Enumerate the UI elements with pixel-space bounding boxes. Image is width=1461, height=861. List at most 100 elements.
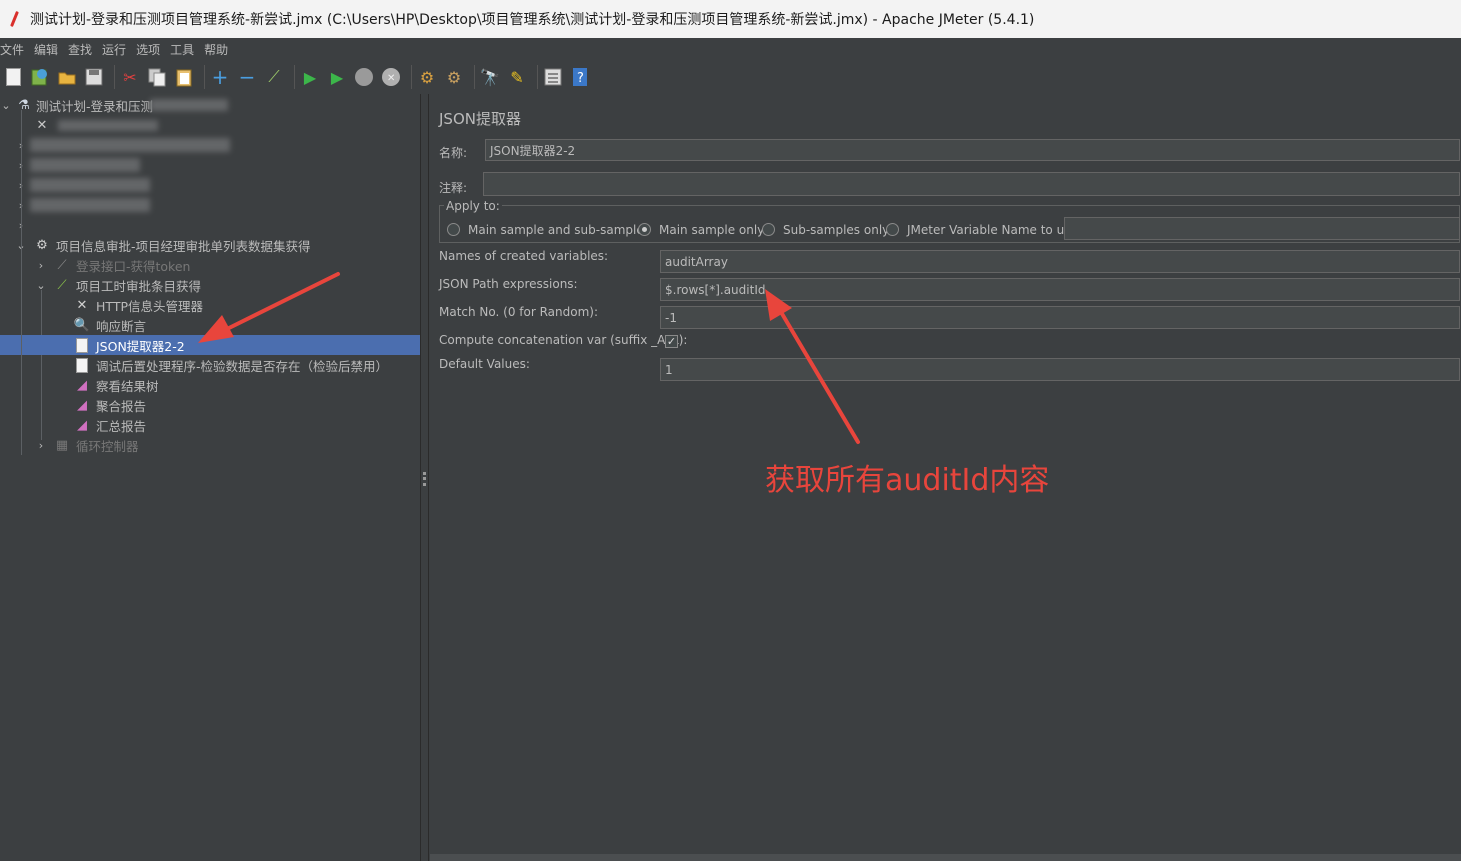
clear-all-icon[interactable]: ⚙	[443, 66, 465, 88]
tree-node-thread-group[interactable]: ⌄ ⚙ 项目信息审批-项目经理审批单列表数据集获得	[0, 235, 420, 255]
menu-options[interactable]: 选项	[136, 41, 160, 58]
wrench-icon: ✕	[36, 117, 48, 133]
blurred-text	[30, 198, 150, 212]
radio-sub-only-label[interactable]: Sub-samples only	[783, 223, 889, 237]
expand-icon[interactable]: +	[209, 65, 231, 89]
name-label: 名称:	[439, 146, 468, 160]
pane-splitter[interactable]	[420, 94, 429, 861]
default-values-label: Default Values:	[439, 357, 530, 371]
pipette-icon: ⟋	[57, 277, 67, 293]
tree-node-aggregate-report[interactable]: ◢ 聚合报告	[0, 395, 420, 415]
menu-file[interactable]: 文件	[0, 41, 24, 58]
radio-variable-name-label[interactable]: JMeter Variable Name to use	[907, 223, 1078, 237]
shutdown-icon[interactable]: ✕	[380, 66, 402, 88]
tree-node-root[interactable]: ⌄ ⚗ 测试计划-登录和压测	[0, 95, 420, 115]
wrench-icon: ✕	[76, 297, 88, 313]
tree-node-blurred[interactable]: ›	[0, 155, 420, 175]
tree-node-blurred[interactable]: ›	[0, 135, 420, 155]
panel-title: JSON提取器	[439, 110, 521, 128]
open-icon[interactable]	[56, 66, 78, 88]
name-field[interactable]: JSON提取器2-2	[485, 139, 1460, 161]
toolbar-separator	[204, 65, 205, 89]
paste-icon[interactable]	[173, 66, 195, 88]
tree-node-sampler[interactable]: ⌄ ⟋ 项目工时审批条目获得	[0, 275, 420, 295]
test-plan-tree[interactable]: ⌄ ⚗ 测试计划-登录和压测 ✕ › › › › › ⌄ ⚙ 项目信息审批-项目…	[0, 94, 420, 861]
tree-guide-line	[21, 110, 22, 455]
tree-node-blurred[interactable]: ✕	[0, 115, 420, 135]
start-no-pause-icon[interactable]: ▶	[326, 66, 348, 88]
tree-node-login-sampler[interactable]: › ⟋ 登录接口-获得token	[0, 255, 420, 275]
menu-bar: 文件 编辑 查找 运行 选项 工具 帮助	[0, 38, 1461, 60]
menu-tools[interactable]: 工具	[170, 41, 194, 58]
radio-main-and-sub[interactable]	[447, 223, 460, 236]
toolbar: ✂ + − ⟋ ▶ ▶ ✕ ⚙ ⚙ 🔭 ✎ ?	[0, 60, 1461, 94]
tree-node-header-manager[interactable]: ✕ HTTP信息头管理器	[0, 295, 420, 315]
chevron-right-icon[interactable]: ›	[35, 439, 47, 452]
stop-icon[interactable]	[353, 66, 375, 88]
variables-label: Names of created variables:	[439, 249, 609, 263]
templates-icon[interactable]	[29, 66, 51, 88]
comment-label: 注释:	[439, 181, 468, 195]
radio-main-and-sub-label[interactable]: Main sample and sub-samples	[468, 223, 650, 237]
toolbar-separator	[474, 65, 475, 89]
concat-checkbox[interactable]: ✓	[665, 335, 678, 348]
cut-icon[interactable]: ✂	[119, 66, 141, 88]
menu-search[interactable]: 查找	[68, 41, 92, 58]
tree-node-loop-controller[interactable]: › ▦ 循环控制器	[0, 435, 420, 455]
menu-edit[interactable]: 编辑	[34, 41, 58, 58]
collapse-icon[interactable]: −	[236, 65, 258, 89]
json-path-label: JSON Path expressions:	[439, 277, 578, 291]
json-path-field[interactable]: $.rows[*].auditId	[660, 278, 1460, 301]
radio-variable-name[interactable]	[886, 223, 899, 236]
menu-help[interactable]: 帮助	[204, 41, 228, 58]
radio-main-only-label[interactable]: Main sample only	[659, 223, 764, 237]
tree-node-view-results[interactable]: ◢ 察看结果树	[0, 375, 420, 395]
match-no-field[interactable]: -1	[660, 306, 1460, 329]
concat-label: Compute concatenation var (suffix _ALL):	[439, 333, 688, 347]
horizontal-scrollbar[interactable]	[430, 854, 1461, 861]
menu-run[interactable]: 运行	[102, 41, 126, 58]
blurred-text	[30, 138, 230, 152]
help-icon[interactable]: ?	[569, 66, 591, 88]
comment-field[interactable]	[483, 172, 1460, 196]
chart-icon: ◢	[77, 377, 87, 393]
radio-sub-only[interactable]	[762, 223, 775, 236]
blurred-text	[58, 120, 158, 131]
radio-main-only[interactable]	[638, 223, 651, 236]
tree-node-json-extractor[interactable]: JSON提取器2-2	[0, 335, 420, 355]
copy-icon[interactable]	[146, 66, 168, 88]
magnifier-icon: 🔍	[73, 317, 91, 333]
start-icon[interactable]: ▶	[299, 66, 321, 88]
function-helper-icon[interactable]	[542, 66, 564, 88]
tree-node-assertion[interactable]: 🔍 响应断言	[0, 315, 420, 335]
document-icon	[74, 357, 90, 373]
gear-icon: ⚙	[36, 237, 48, 253]
blurred-text	[150, 99, 228, 111]
toolbar-separator	[114, 65, 115, 89]
blurred-text	[30, 178, 150, 192]
variable-name-field[interactable]	[1064, 217, 1460, 240]
svg-text:?: ?	[577, 71, 584, 86]
clear-icon[interactable]: ⚙	[416, 66, 438, 88]
jmeter-feather-icon	[8, 10, 22, 28]
splitter-grip[interactable]	[423, 472, 426, 486]
toolbar-separator	[411, 65, 412, 89]
chevron-right-icon[interactable]: ›	[35, 259, 47, 272]
chevron-down-icon[interactable]: ⌄	[0, 99, 12, 112]
new-icon[interactable]	[2, 66, 24, 88]
tree-node-blurred[interactable]: ›	[0, 215, 420, 235]
search-icon[interactable]: 🔭	[479, 66, 501, 88]
title-bar: 测试计划-登录和压测项目管理系统-新尝试.jmx (C:\Users\HP\De…	[0, 0, 1461, 38]
tree-node-blurred[interactable]: ›	[0, 175, 420, 195]
toolbar-separator	[294, 65, 295, 89]
tree-node-summary-report[interactable]: ◢ 汇总报告	[0, 415, 420, 435]
tree-node-debug-postprocessor[interactable]: 调试后置处理程序-检验数据是否存在（检验后禁用）	[0, 355, 420, 375]
variables-field[interactable]: auditArray	[660, 250, 1460, 273]
toggle-icon[interactable]: ⟋	[263, 66, 285, 88]
pipette-icon: ⟋	[57, 257, 67, 273]
default-values-field[interactable]: 1	[660, 358, 1460, 381]
save-icon[interactable]	[83, 66, 105, 88]
tree-node-blurred[interactable]: ›	[0, 195, 420, 215]
reset-search-icon[interactable]: ✎	[506, 66, 528, 88]
match-no-label: Match No. (0 for Random):	[439, 305, 599, 319]
